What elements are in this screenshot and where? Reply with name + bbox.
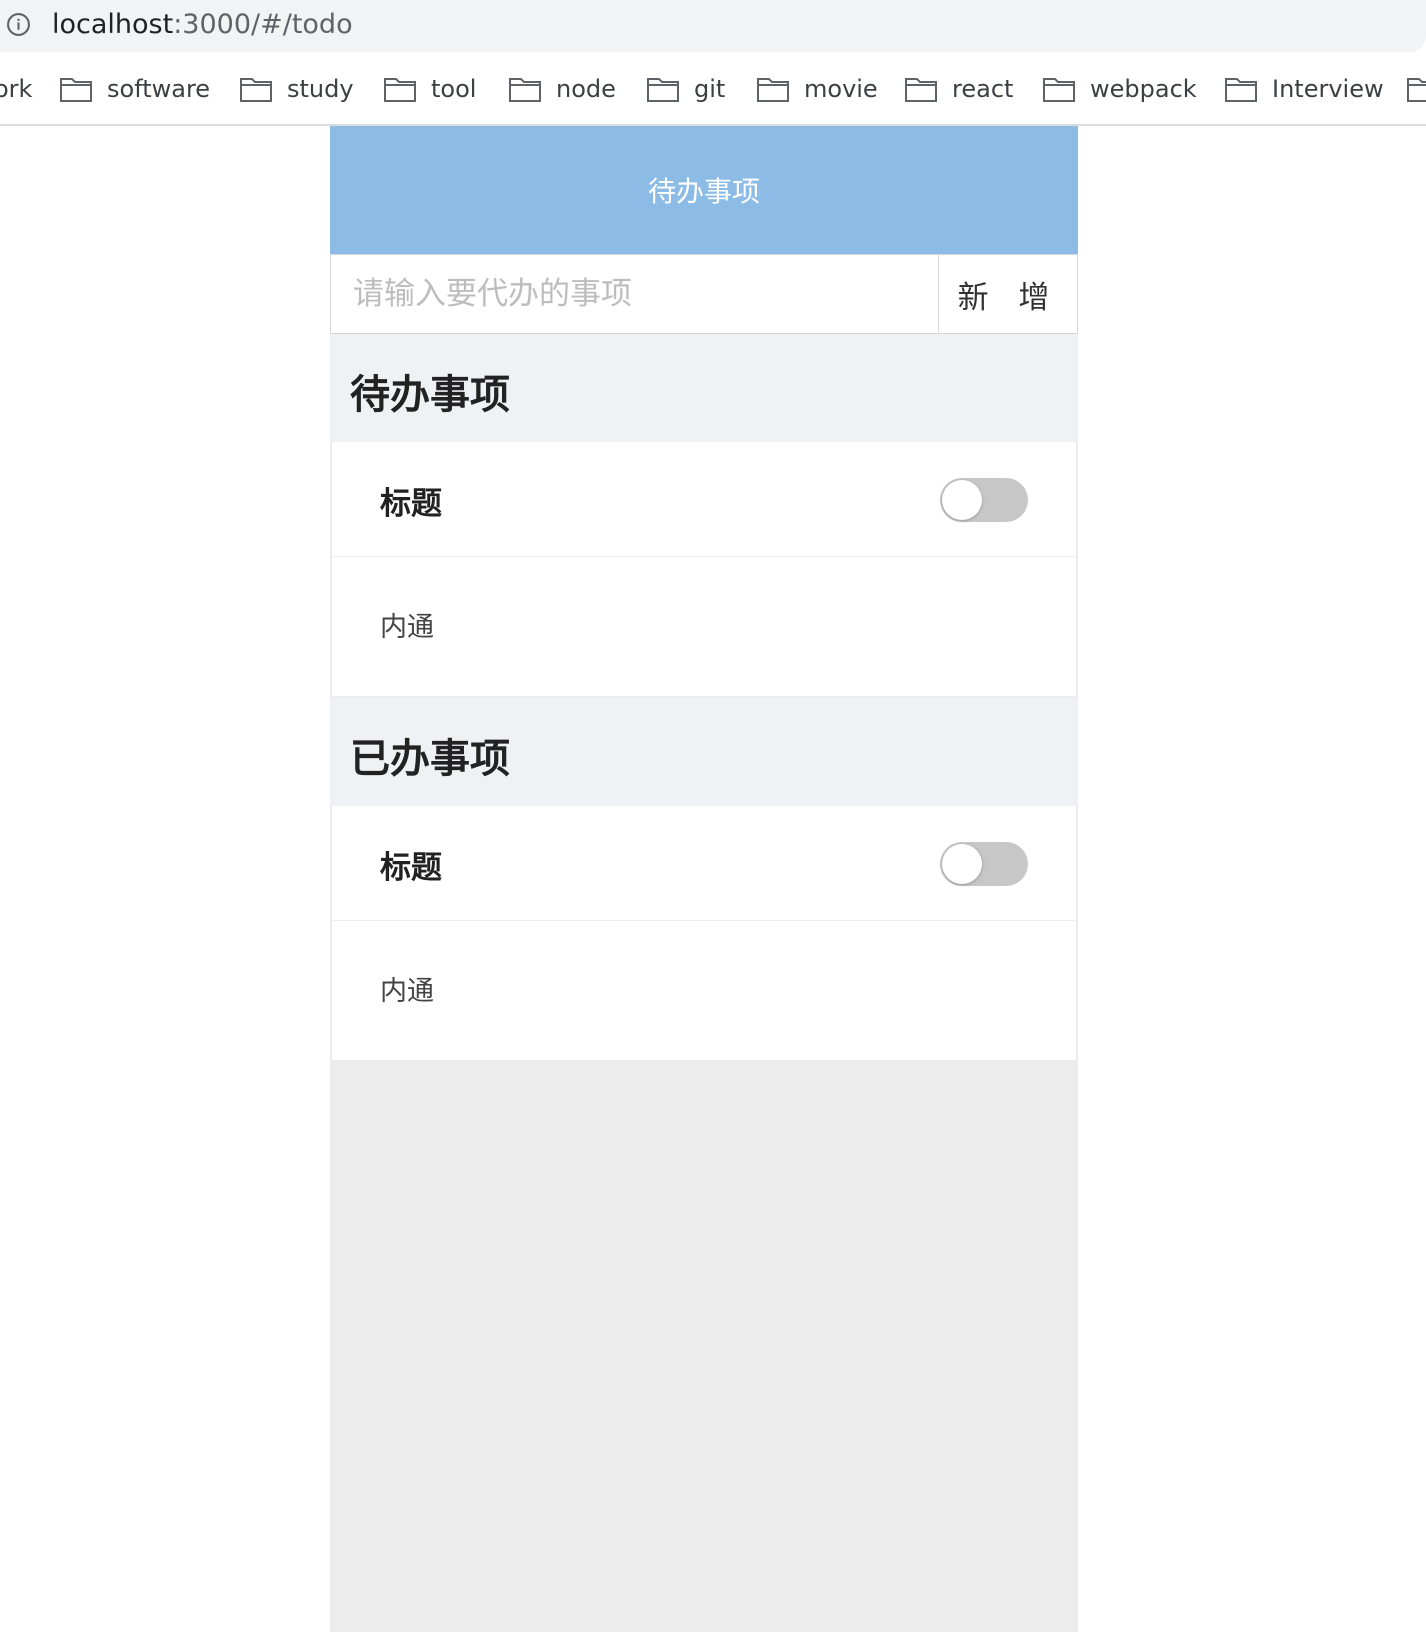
- url-text[interactable]: localhost:3000/#/todo: [52, 8, 353, 42]
- address-bar[interactable]: localhost:3000/#/todo: [0, 0, 1426, 52]
- card-header: 标题: [332, 442, 1076, 557]
- done-toggle-switch[interactable]: [940, 842, 1028, 886]
- bookmark-label: webpack: [1090, 75, 1197, 103]
- pending-section-header: 待办事项: [330, 334, 1078, 442]
- folder-icon: [1225, 78, 1257, 102]
- card-content: 内通: [380, 612, 434, 643]
- bookmark-software[interactable]: software: [59, 72, 210, 106]
- done-toggle-switch[interactable]: [940, 478, 1028, 522]
- url-path: :3000/#/todo: [173, 9, 353, 40]
- add-button[interactable]: 新 增: [940, 255, 1077, 333]
- bookmark-react[interactable]: react: [904, 72, 1013, 106]
- folder-icon: [384, 78, 416, 102]
- bookmark-movie[interactable]: movie: [756, 72, 878, 106]
- folder-icon: [757, 78, 789, 102]
- bookmark-overflow-folder[interactable]: [1406, 72, 1426, 106]
- info-icon[interactable]: [6, 12, 31, 37]
- card-body: 内通: [332, 557, 1076, 696]
- todo-input[interactable]: [331, 255, 939, 333]
- card-header: 标题: [332, 806, 1076, 921]
- switch-knob: [942, 844, 982, 884]
- bookmark-label: tool: [431, 75, 477, 103]
- bookmark-label: node: [556, 75, 616, 103]
- folder-icon: [509, 78, 541, 102]
- card-title: 标题: [380, 486, 442, 522]
- bookmark-git[interactable]: git: [646, 72, 725, 106]
- folder-icon: [647, 78, 679, 102]
- folder-icon: [1043, 78, 1075, 102]
- bookmarks-bar: ork software study tool node git movie r…: [0, 52, 1426, 126]
- bookmark-label: software: [107, 75, 211, 103]
- bookmark-node[interactable]: node: [508, 72, 616, 106]
- folder-icon: [60, 78, 92, 102]
- add-todo-row: 新 增: [330, 254, 1078, 334]
- card-body: 内通: [332, 921, 1076, 1060]
- done-section-title: 已办事项: [350, 736, 510, 782]
- url-host: localhost: [52, 9, 174, 40]
- bookmark-interview[interactable]: Interview: [1224, 72, 1384, 106]
- navbar: 待办事项: [330, 126, 1078, 254]
- todo-app: 待办事项 新 增 待办事项 标题 内通 已办事项 标题 内通: [330, 126, 1078, 1632]
- navbar-title: 待办事项: [647, 175, 760, 208]
- bookmark-label: study: [287, 75, 354, 103]
- bookmark-label: Interview: [1272, 75, 1384, 103]
- done-todo-card: 标题 内通: [332, 806, 1076, 1060]
- bookmark-label: git: [694, 75, 726, 103]
- card-title: 标题: [380, 850, 442, 886]
- bookmark-study[interactable]: study: [239, 72, 354, 106]
- bookmark-label: ork: [0, 75, 33, 103]
- bookmark-webpack[interactable]: webpack: [1042, 72, 1197, 106]
- folder-icon: [905, 78, 937, 102]
- folder-icon: [240, 78, 272, 102]
- folder-icon: [1407, 78, 1426, 102]
- switch-knob: [942, 480, 982, 520]
- bookmark-tool[interactable]: tool: [383, 72, 476, 106]
- bookmark-ork[interactable]: ork: [0, 72, 32, 106]
- pending-section-title: 待办事项: [350, 372, 510, 418]
- pending-todo-card: 标题 内通: [332, 442, 1076, 696]
- card-content: 内通: [380, 976, 434, 1007]
- bookmark-label: react: [952, 75, 1014, 103]
- done-section-header: 已办事项: [330, 698, 1078, 806]
- bookmark-label: movie: [804, 75, 878, 103]
